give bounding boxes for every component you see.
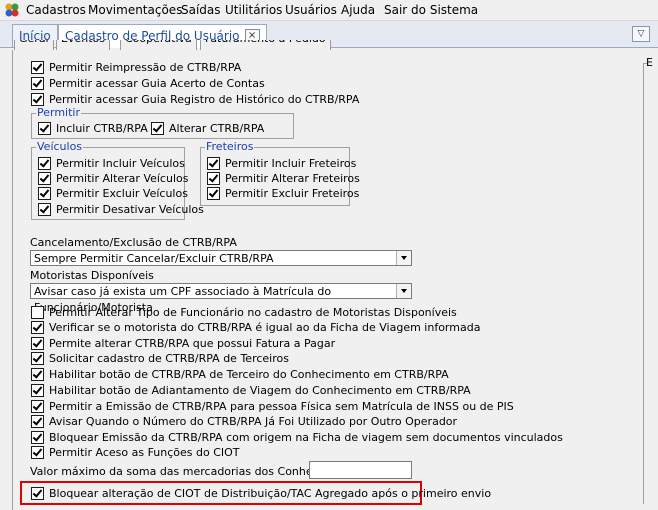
check-alterar-ctrb[interactable]: Alterar CTRB/RPA	[151, 122, 264, 135]
check-bloquear-ciot-label: Bloquear alteração de CIOT de Distribuiç…	[49, 487, 492, 500]
checkbox-avisar-numero[interactable]	[31, 415, 44, 428]
check-excluir-freteiros[interactable]: Permitir Excluir Freteiros	[207, 187, 359, 200]
check-botao-terceiro[interactable]: Habilitar botão de CTRB/RPA de Terceiro …	[31, 368, 449, 381]
checkbox-fatura-pagar[interactable]	[31, 337, 44, 350]
chevron-down-icon[interactable]: ▽	[632, 26, 650, 42]
check-desativar-veiculos-label: Permitir Desativar Veículos	[56, 203, 204, 216]
checkbox-reimpressao[interactable]	[31, 61, 44, 74]
check-pessoa-fisica-label: Permitir a Emissão de CTRB/RPA para pess…	[49, 400, 514, 413]
check-alterar-veiculos[interactable]: Permitir Alterar Veículos	[38, 172, 188, 185]
motoristas-select[interactable]: Avisar caso já exista um CPF associado à…	[30, 283, 412, 314]
checkbox-acerto-contas[interactable]	[31, 77, 44, 90]
menu-cadastros[interactable]: Cadastros	[26, 3, 86, 17]
menu-sair[interactable]: Sair do Sistema	[384, 3, 478, 17]
check-botao-terceiro-label: Habilitar botão de CTRB/RPA de Terceiro …	[49, 368, 449, 381]
checkbox-alterar-ctrb[interactable]	[151, 122, 164, 135]
menu-saidas[interactable]: Saídas	[181, 3, 221, 17]
cancelamento-select[interactable]: Sempre Permitir Cancelar/Excluir CTRB/RP…	[30, 250, 412, 266]
check-botao-adiantamento[interactable]: Habilitar botão de Adiantamento de Viage…	[31, 384, 471, 397]
check-desativar-veiculos[interactable]: Permitir Desativar Veículos	[38, 203, 204, 216]
check-registro-historico-label: Permitir acessar Guia Registro de Histór…	[49, 93, 360, 106]
right-group-border	[643, 63, 648, 504]
checkbox-pessoa-fisica[interactable]	[31, 400, 44, 413]
chevron-down-icon[interactable]	[396, 251, 411, 265]
check-acerto-contas[interactable]: Permitir acessar Guia Acerto de Contas	[31, 77, 265, 90]
check-registro-historico[interactable]: Permitir acessar Guia Registro de Histór…	[31, 93, 359, 106]
check-verificar-motorista-label: Verificar se o motorista do CTRB/RPA é i…	[49, 321, 481, 334]
menu-utilitarios[interactable]: Utilitários	[225, 3, 282, 17]
check-incluir-freteiros[interactable]: Permitir Incluir Freteiros	[207, 157, 356, 170]
check-fatura-pagar[interactable]: Permite alterar CTRB/RPA que possui Fatu…	[31, 337, 335, 350]
checkbox-solicitar-terceiros[interactable]	[31, 352, 44, 365]
checkbox-incluir-freteiros[interactable]	[207, 157, 220, 170]
motoristas-label: Motoristas Disponíveis	[30, 269, 154, 282]
check-acesso-ciot-label: Permitir Aceso as Funções do CIOT	[49, 446, 240, 459]
check-excluir-freteiros-label: Permitir Excluir Freteiros	[225, 187, 360, 200]
check-avisar-numero[interactable]: Avisar Quando o Número do CTRB/RPA Já Fo…	[31, 415, 457, 428]
checkbox-excluir-veiculos[interactable]	[38, 187, 51, 200]
cancelamento-value: Sempre Permitir Cancelar/Excluir CTRB/RP…	[34, 252, 274, 265]
menu-movimentacoes[interactable]: Movimentações	[88, 3, 182, 17]
chevron-down-icon[interactable]	[396, 284, 411, 298]
checkbox-verificar-motorista[interactable]	[31, 321, 44, 334]
checkbox-incluir-ctrb[interactable]	[38, 122, 51, 135]
check-alterar-tipo-funcionario-label: Permitir Alterar Tipo de Funcionário no …	[49, 306, 457, 319]
check-fatura-pagar-label: Permite alterar CTRB/RPA que possui Fatu…	[49, 337, 336, 350]
check-incluir-veiculos[interactable]: Permitir Incluir Veículos	[38, 157, 185, 170]
check-solicitar-terceiros[interactable]: Solicitar cadastro de CTRB/RPA de Tercei…	[31, 352, 289, 365]
check-pessoa-fisica[interactable]: Permitir a Emissão de CTRB/RPA para pess…	[31, 400, 514, 413]
checkbox-acesso-ciot[interactable]	[31, 446, 44, 459]
check-incluir-veiculos-label: Permitir Incluir Veículos	[56, 157, 185, 170]
check-alterar-freteiros[interactable]: Permitir Alterar Freteiros	[207, 172, 360, 185]
checkbox-excluir-freteiros[interactable]	[207, 187, 220, 200]
checkbox-bloquear-ciot[interactable]	[31, 487, 44, 500]
checkbox-desativar-veiculos[interactable]	[38, 203, 51, 216]
checkbox-registro-historico[interactable]	[31, 93, 44, 106]
checkbox-bloquear-emissao[interactable]	[31, 431, 44, 444]
subtab-eventos[interactable]: Eventos	[56, 40, 110, 50]
valor-maximo-input[interactable]	[309, 461, 412, 479]
check-incluir-freteiros-label: Permitir Incluir Freteiros	[225, 157, 357, 170]
check-acesso-ciot[interactable]: Permitir Aceso as Funções do CIOT	[31, 446, 240, 459]
check-excluir-veiculos[interactable]: Permitir Excluir Veículos	[38, 187, 188, 200]
checkbox-alterar-freteiros[interactable]	[207, 172, 220, 185]
checkbox-alterar-tipo-funcionario[interactable]	[31, 306, 44, 319]
check-alterar-ctrb-label: Alterar CTRB/RPA	[169, 122, 265, 135]
subtab-strip: Geral Eventos Cooperativa Faturamento a …	[14, 40, 344, 50]
check-botao-adiantamento-label: Habilitar botão de Adiantamento de Viage…	[49, 384, 471, 397]
menu-ajuda[interactable]: Ajuda	[341, 3, 375, 17]
subtab-geral[interactable]: Geral	[14, 40, 54, 50]
cancelamento-label: Cancelamento/Exclusão de CTRB/RPA	[30, 236, 237, 249]
check-bloquear-emissao-label: Bloquear Emissão da CTRB/RPA com origem …	[49, 431, 563, 444]
check-solicitar-terceiros-label: Solicitar cadastro de CTRB/RPA de Tercei…	[49, 352, 289, 365]
check-reimpressao-label: Permitir Reimpressão de CTRB/RPA	[49, 61, 242, 74]
menu-usuarios[interactable]: Usuários	[285, 3, 337, 17]
checkbox-botao-terceiro[interactable]	[31, 368, 44, 381]
check-alterar-veiculos-label: Permitir Alterar Veículos	[56, 172, 189, 185]
checkbox-botao-adiantamento[interactable]	[31, 384, 44, 397]
app-logo-icon	[5, 3, 19, 17]
right-group-title: E	[646, 56, 653, 69]
group-freteiros-title: Freteiros	[205, 140, 255, 153]
checkbox-incluir-veiculos[interactable]	[38, 157, 51, 170]
group-permitir-title: Permitir	[36, 106, 82, 119]
subtab-faturamento[interactable]: Faturamento a Pedido	[200, 40, 331, 50]
check-reimpressao[interactable]: Permitir Reimpressão de CTRB/RPA	[31, 61, 241, 74]
subtab-cooperativa[interactable]: Cooperativa	[120, 40, 197, 50]
check-bloquear-ciot[interactable]: Bloquear alteração de CIOT de Distribuiç…	[31, 487, 491, 500]
check-excluir-veiculos-label: Permitir Excluir Veículos	[56, 187, 188, 200]
menu-bar: Cadastros Movimentações Saídas Utilitári…	[0, 0, 658, 21]
check-verificar-motorista[interactable]: Verificar se o motorista do CTRB/RPA é i…	[31, 321, 480, 334]
check-alterar-freteiros-label: Permitir Alterar Freteiros	[225, 172, 360, 185]
check-avisar-numero-label: Avisar Quando o Número do CTRB/RPA Já Fo…	[49, 415, 458, 428]
check-incluir-ctrb-label: Incluir CTRB/RPA	[56, 122, 148, 135]
group-veiculos-title: Veículos	[36, 140, 84, 153]
check-alterar-tipo-funcionario[interactable]: Permitir Alterar Tipo de Funcionário no …	[31, 306, 457, 319]
check-acerto-contas-label: Permitir acessar Guia Acerto de Contas	[49, 77, 265, 90]
check-bloquear-emissao[interactable]: Bloquear Emissão da CTRB/RPA com origem …	[31, 431, 563, 444]
checkbox-alterar-veiculos[interactable]	[38, 172, 51, 185]
check-incluir-ctrb[interactable]: Incluir CTRB/RPA	[38, 122, 148, 135]
